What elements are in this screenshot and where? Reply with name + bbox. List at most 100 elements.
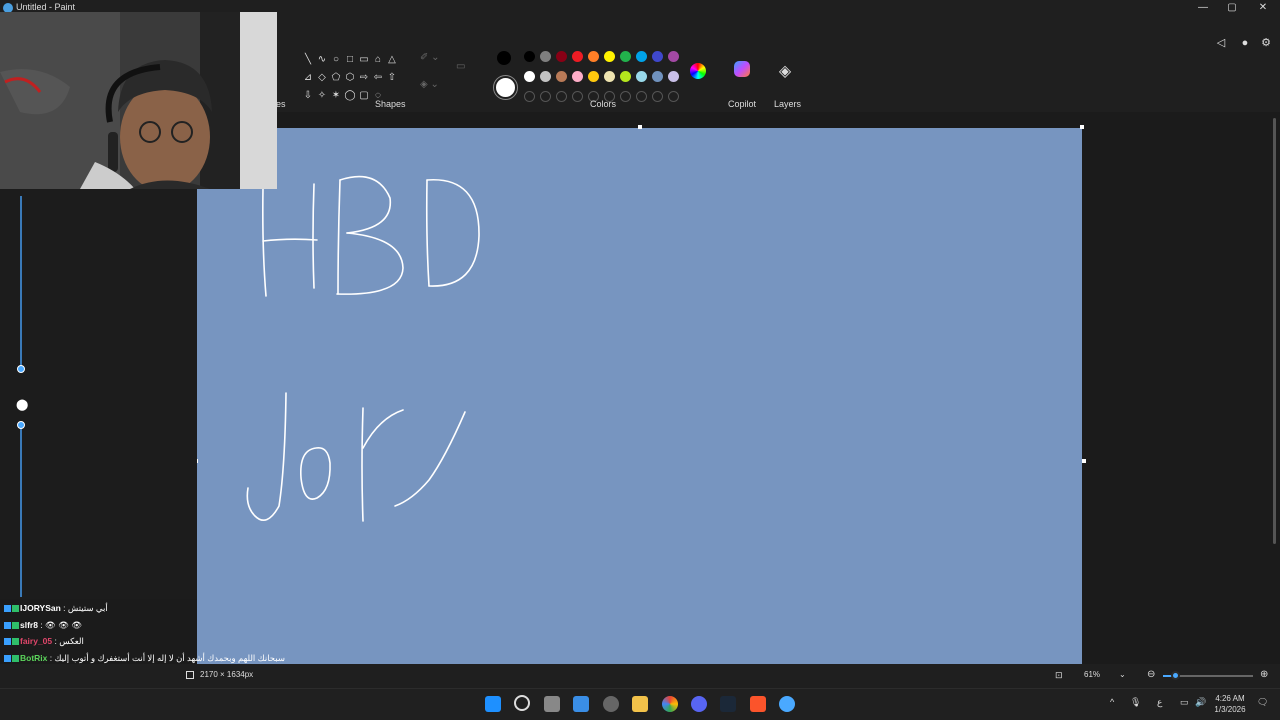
custom-color-slot-3[interactable] [571, 91, 583, 102]
shape-tool-12[interactable]: ⇦ [371, 71, 385, 85]
color-swatch-r0-1[interactable] [539, 51, 551, 62]
color-swatch-r1-9[interactable] [667, 71, 679, 82]
shape-options-icon: ▭ [456, 61, 466, 72]
color-swatch-r1-3[interactable] [571, 71, 583, 82]
volume-icon[interactable]: 🔊 [1195, 697, 1206, 708]
shape-tool-6[interactable]: △ [385, 53, 399, 67]
shape-tool-9[interactable]: ⬠ [329, 71, 343, 85]
chat-username[interactable]: slfr8 [20, 620, 38, 630]
shape-tool-4[interactable]: ▭ [357, 53, 371, 67]
obs-icon[interactable] [603, 696, 619, 712]
layers-icon[interactable]: ◈ [776, 63, 794, 81]
brave-icon[interactable] [750, 696, 766, 712]
color-swatch-r1-5[interactable] [603, 71, 615, 82]
shape-tool-2[interactable]: ○ [329, 53, 343, 67]
copilot-icon[interactable] [734, 61, 750, 77]
store-icon[interactable] [573, 696, 589, 712]
edit-colors-icon[interactable] [690, 63, 706, 79]
color-swatch-r0-5[interactable] [603, 51, 615, 62]
shape-tool-8[interactable]: ◇ [315, 71, 329, 85]
shape-tool-17[interactable]: ◯ [343, 89, 357, 103]
feedback-icon[interactable]: ◁ [1214, 36, 1228, 50]
primary-color-swatch[interactable] [497, 51, 511, 65]
drawing-canvas[interactable] [197, 128, 1082, 664]
microphone-icon[interactable]: 🎙 [1130, 697, 1141, 708]
color-swatch-r1-0[interactable] [523, 71, 535, 82]
shape-tool-13[interactable]: ⇧ [385, 71, 399, 85]
paint-taskbar-icon[interactable] [779, 696, 795, 712]
start-icon[interactable] [485, 696, 501, 712]
zoom-level[interactable]: 61% [1084, 670, 1100, 679]
color-swatch-r0-8[interactable] [651, 51, 663, 62]
color-swatch-r1-6[interactable] [619, 71, 631, 82]
shape-tool-0[interactable]: ╲ [301, 53, 315, 67]
zoom-out-icon[interactable]: ⊖ [1147, 669, 1155, 680]
account-icon[interactable]: ● [1238, 36, 1252, 50]
task-view-icon[interactable] [544, 696, 560, 712]
opacity-slider-track[interactable] [20, 425, 22, 597]
shape-tool-11[interactable]: ⇨ [357, 71, 371, 85]
color-swatch-r0-6[interactable] [619, 51, 631, 62]
network-icon[interactable]: ▭ [1180, 697, 1189, 708]
color-swatch-r1-8[interactable] [651, 71, 663, 82]
vertical-scrollbar[interactable] [1273, 118, 1276, 544]
chat-message: IJORYSan : أبي ستيتش [4, 603, 108, 617]
chat-username[interactable]: BotRix [20, 653, 47, 663]
canvas-resize-handle-top[interactable] [638, 125, 642, 129]
zoom-slider-thumb[interactable] [1170, 671, 1180, 680]
custom-color-slot-2[interactable] [555, 91, 567, 102]
brush-size-slider-thumb[interactable] [17, 365, 25, 373]
custom-color-slot-8[interactable] [651, 91, 663, 102]
minimize-button[interactable]: — [1192, 1, 1214, 15]
maximize-button[interactable]: ▢ [1221, 1, 1243, 15]
custom-color-slot-0[interactable] [523, 91, 535, 102]
color-swatch-r1-1[interactable] [539, 71, 551, 82]
steam-icon[interactable] [720, 696, 736, 712]
layers-group-label[interactable]: Layers [774, 99, 801, 109]
shape-tool-7[interactable]: ⊿ [301, 71, 315, 85]
shape-tool-1[interactable]: ∿ [315, 53, 329, 67]
discord-icon[interactable] [691, 696, 707, 712]
color-swatch-r1-2[interactable] [555, 71, 567, 82]
custom-color-slot-1[interactable] [539, 91, 551, 102]
custom-color-slot-7[interactable] [635, 91, 647, 102]
brush-size-slider-track[interactable] [20, 196, 22, 368]
zoom-in-icon[interactable]: ⊕ [1260, 669, 1268, 680]
settings-gear-icon[interactable]: ⚙ [1259, 36, 1273, 50]
shape-tool-16[interactable]: ✶ [329, 89, 343, 103]
input-language-indicator[interactable]: ع [1157, 697, 1162, 708]
file-explorer-icon[interactable] [632, 696, 648, 712]
secondary-color-swatch[interactable] [493, 75, 518, 100]
color-swatch-r0-0[interactable] [523, 51, 535, 62]
chrome-icon[interactable] [662, 696, 678, 712]
shape-tool-18[interactable]: ▢ [357, 89, 371, 103]
chat-username[interactable]: fairy_05 [20, 636, 52, 646]
search-icon[interactable] [514, 695, 530, 711]
shape-tool-15[interactable]: ✧ [315, 89, 329, 103]
color-swatch-r0-2[interactable] [555, 51, 567, 62]
tray-overflow-icon[interactable]: ^ [1110, 697, 1114, 707]
color-swatch-r1-4[interactable] [587, 71, 599, 82]
shape-tool-14[interactable]: ⇩ [301, 89, 315, 103]
copilot-group-label[interactable]: Copilot [728, 99, 756, 109]
shape-tool-5[interactable]: ⌂ [371, 53, 385, 67]
color-swatch-r0-4[interactable] [587, 51, 599, 62]
chat-username[interactable]: IJORYSan [20, 603, 61, 613]
shape-tool-3[interactable]: □ [343, 53, 357, 67]
shape-tool-10[interactable]: ⬡ [343, 71, 357, 85]
color-swatch-r0-9[interactable] [667, 51, 679, 62]
partial-group-label: es [276, 99, 286, 109]
color-swatch-r1-7[interactable] [635, 71, 647, 82]
color-swatch-r0-7[interactable] [635, 51, 647, 62]
clock[interactable]: 4:26 AM 1/3/2026 [1208, 693, 1252, 715]
canvas-resize-handle-right[interactable] [1082, 459, 1086, 463]
opacity-slider-thumb[interactable] [17, 421, 25, 429]
custom-color-slot-9[interactable] [667, 91, 679, 102]
close-button[interactable]: ✕ [1252, 1, 1274, 15]
zoom-dropdown-icon[interactable]: ⌄ [1119, 670, 1126, 679]
fit-to-window-icon[interactable]: ⊡ [1055, 670, 1063, 681]
custom-color-slot-6[interactable] [619, 91, 631, 102]
notifications-icon[interactable]: 🗨 [1257, 697, 1268, 708]
color-swatch-r0-3[interactable] [571, 51, 583, 62]
canvas-resize-handle-top-right[interactable] [1080, 125, 1084, 129]
